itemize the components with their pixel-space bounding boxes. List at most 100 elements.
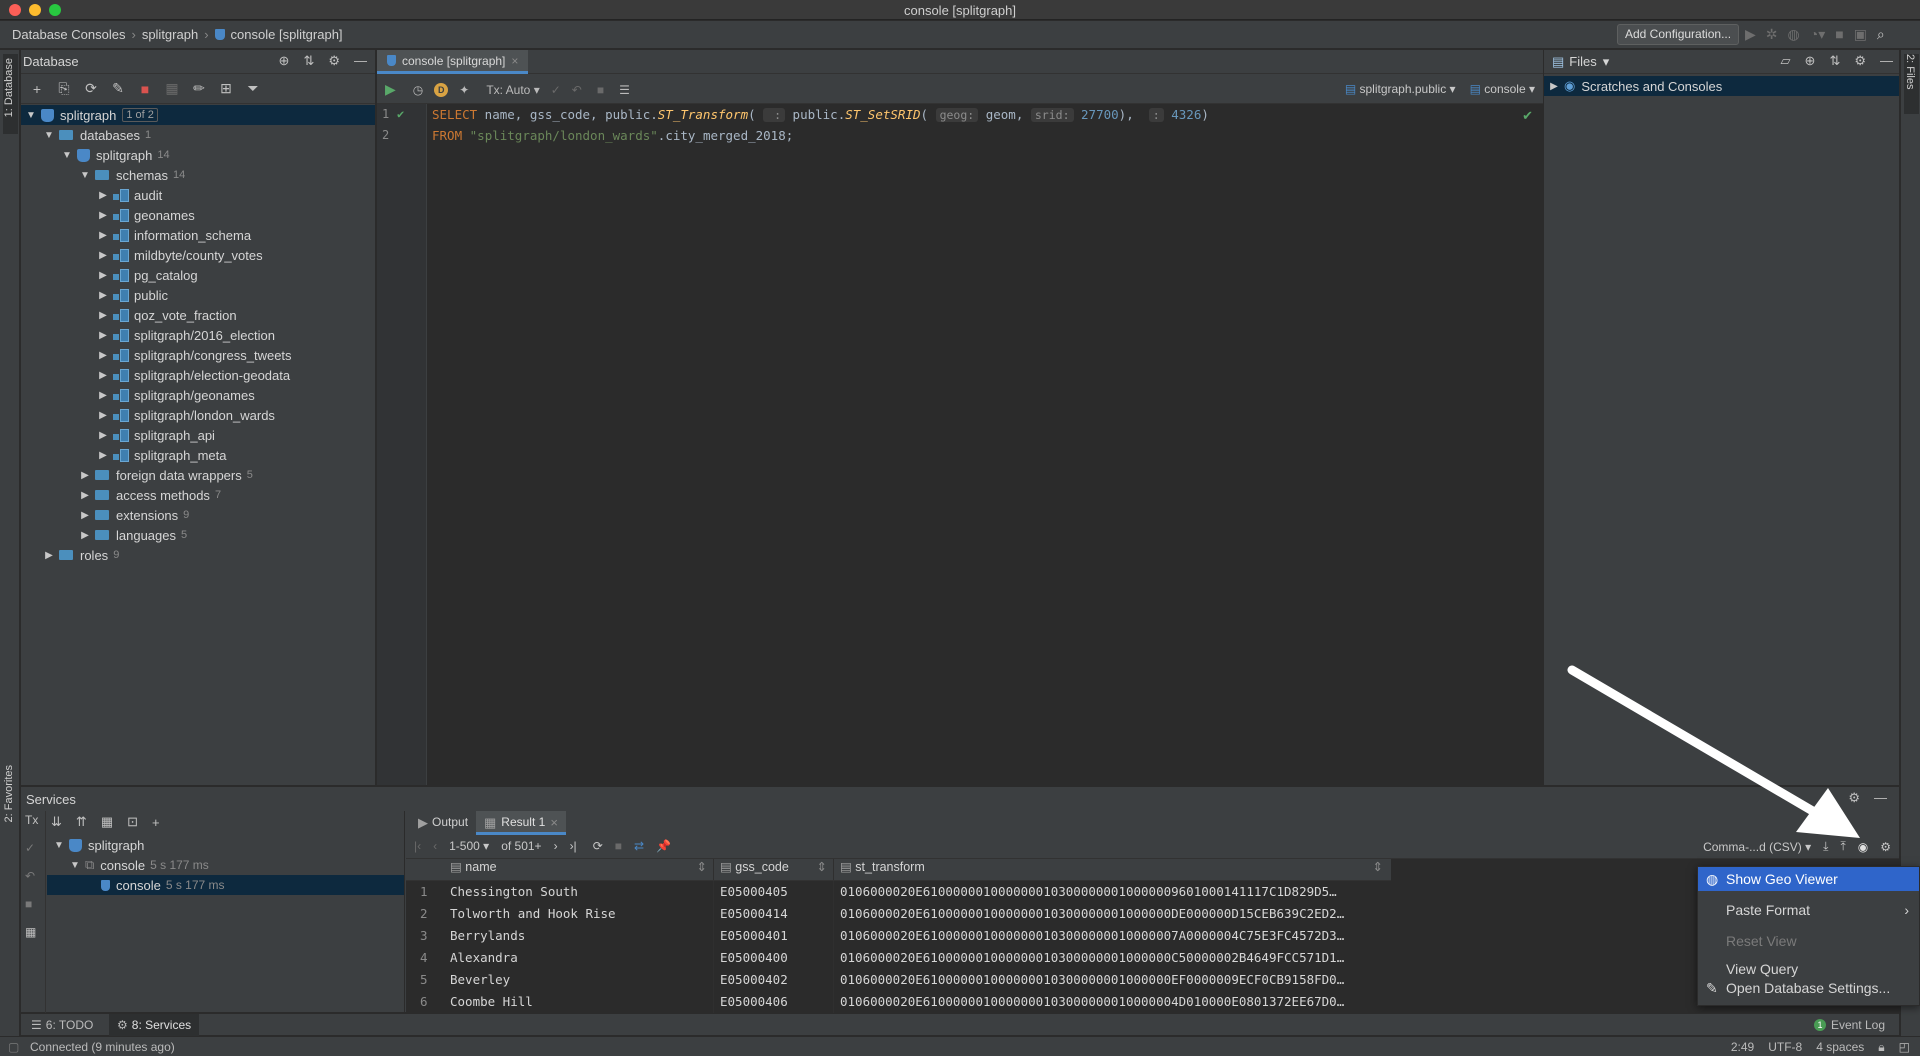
tree-item[interactable]: ▶ geonames <box>21 205 375 225</box>
table-row[interactable]: 6 Coombe Hill E05000406 0106000020E61000000… <box>406 991 1391 1013</box>
tree-item[interactable]: ▼ splitgraph 14 <box>21 145 375 165</box>
group-icon[interactable]: ▦ <box>101 814 113 830</box>
tree-item[interactable]: ▼ databases 1 <box>21 125 375 145</box>
tree-item[interactable]: ▼ schemas 14 <box>21 165 375 185</box>
collapse-arrow-icon[interactable]: ▼ <box>79 170 91 181</box>
breadcrumb-item[interactable]: console [splitgraph] <box>231 27 343 42</box>
menu-item-open-database-settings[interactable]: ✎ Open Database Settings... <box>1698 979 1919 998</box>
table-cell[interactable]: E05000405 <box>714 881 834 903</box>
menu-item-paste-format[interactable]: Paste Format › <box>1698 898 1919 922</box>
tree-item[interactable]: ▶ public <box>21 285 375 305</box>
expand-arrow-icon[interactable]: ▶ <box>97 410 109 421</box>
expand-all-icon[interactable]: ⇊ <box>51 814 62 830</box>
collapse-all-icon[interactable]: ⇈ <box>76 814 87 830</box>
tree-item[interactable]: ▶ information_schema <box>21 225 375 245</box>
stop-icon[interactable]: ■ <box>1835 26 1843 43</box>
expand-arrow-icon[interactable]: ▶ <box>97 270 109 281</box>
table-cell[interactable]: E05000402 <box>714 969 834 991</box>
schema-select[interactable]: ▤ splitgraph.public ▾ <box>1345 82 1456 96</box>
tree-item[interactable]: ▼ splitgraph 1 of 2 <box>21 105 375 125</box>
services-toolwindow-button[interactable]: ⚙ 8: Services <box>109 1014 200 1036</box>
expand-arrow-icon[interactable]: ▶ <box>43 550 55 561</box>
commit-icon[interactable]: ✓ <box>25 841 45 855</box>
database-toolwindow-button[interactable]: 1: Database <box>3 54 18 134</box>
menu-item-view-query[interactable]: View Query <box>1698 960 1919 979</box>
tree-item[interactable]: ▶ splitgraph/geonames <box>21 385 375 405</box>
expand-arrow-icon[interactable]: ▶ <box>79 510 91 521</box>
query-console-icon[interactable]: ⊞ <box>218 80 234 97</box>
expand-arrow-icon[interactable]: ▶ <box>97 450 109 461</box>
gear-icon[interactable]: ⚙ <box>1854 53 1866 69</box>
files-panel-title[interactable]: Files <box>1569 54 1596 69</box>
expand-arrow-icon[interactable]: ▶ <box>97 370 109 381</box>
compare-icon[interactable]: ⇄ <box>634 839 644 853</box>
table-cell[interactable]: Chessington South <box>444 881 714 903</box>
expand-arrow-icon[interactable]: ▶ <box>97 250 109 261</box>
expand-arrow-icon[interactable]: ▶ <box>79 530 91 541</box>
coverage-icon[interactable]: ◍ <box>1788 26 1800 43</box>
service-item-console[interactable]: ▼ ⧉ console 5 s 177 ms <box>47 855 404 875</box>
table-cell[interactable]: E05000401 <box>714 925 834 947</box>
expand-arrow-icon[interactable]: ▶ <box>79 470 91 481</box>
close-tab-icon[interactable]: × <box>550 815 558 832</box>
tree-item[interactable]: ▶ splitgraph_meta <box>21 445 375 465</box>
execute-icon[interactable]: ▶ <box>385 81 396 98</box>
tree-item[interactable]: ▶ splitgraph/london_wards <box>21 405 375 425</box>
collapse-arrow-icon[interactable]: ▼ <box>43 130 55 141</box>
table-cell[interactable]: 0106000020E61000000100000001030000000100… <box>834 903 1389 925</box>
add-icon[interactable]: + <box>29 81 45 97</box>
tree-item[interactable]: ▶ splitgraph/congress_tweets <box>21 345 375 365</box>
tree-item[interactable]: ▶ foreign data wrappers 5 <box>21 465 375 485</box>
tree-item[interactable]: ▶ pg_catalog <box>21 265 375 285</box>
service-item-splitgraph[interactable]: ▼ splitgraph <box>47 835 404 855</box>
close-tab-icon[interactable]: × <box>511 54 518 68</box>
gear-icon[interactable]: ⚙ <box>328 53 340 69</box>
expand-arrow-icon[interactable]: ▶ <box>97 390 109 401</box>
breadcrumb-item[interactable]: Database Consoles <box>12 27 125 42</box>
tree-item[interactable]: ▶ qoz_vote_fraction <box>21 305 375 325</box>
tree-item[interactable]: ▶ splitgraph/election-geodata <box>21 365 375 385</box>
add-configuration-button[interactable]: Add Configuration... <box>1617 24 1740 45</box>
hide-icon[interactable]: — <box>1880 53 1893 69</box>
collapse-arrow-icon[interactable]: ▼ <box>61 150 73 161</box>
service-item-console-child[interactable]: console 5 s 177 ms <box>47 875 404 895</box>
table-cell[interactable]: E05000414 <box>714 903 834 925</box>
tab-output[interactable]: ▶ Output <box>418 815 468 831</box>
last-page-icon[interactable]: ›| <box>570 839 577 853</box>
table-row[interactable]: 3 Berrylands E05000401 0106000020E610000001… <box>406 925 1391 947</box>
output-layout-icon[interactable]: ☰ <box>619 83 630 97</box>
menu-item-reset-view[interactable]: Reset View <box>1698 929 1919 953</box>
expand-arrow-icon[interactable]: ▶ <box>97 290 109 301</box>
collapse-icon[interactable]: ⇅ <box>303 53 314 69</box>
table-cell[interactable]: Alexandra <box>444 947 714 969</box>
table-row[interactable]: 1 Chessington South E05000405 0106000020E61… <box>406 881 1391 903</box>
gear-icon[interactable]: ⚙ <box>1880 840 1891 854</box>
table-cell[interactable]: E05000406 <box>714 991 834 1013</box>
add-service-icon[interactable]: + <box>152 815 160 830</box>
column-header-gss-code[interactable]: ▤ gss_code ⇕ <box>714 859 834 880</box>
table-icon[interactable]: ▦ <box>164 80 180 97</box>
table-cell[interactable]: 0106000020E61000000100000001030000000100… <box>834 991 1389 1013</box>
page-range-select[interactable]: 1-500 ▾ <box>449 839 489 853</box>
tree-item[interactable]: ▶ splitgraph/2016_election <box>21 325 375 345</box>
table-cell[interactable]: Beverley <box>444 969 714 991</box>
table-cell[interactable]: 0106000020E61000000100000001030000000100… <box>834 881 1389 903</box>
filter-icon[interactable]: ⏷ <box>245 80 261 97</box>
cancel-icon[interactable]: ■ <box>615 839 622 853</box>
cursor-position[interactable]: 2:49 <box>1731 1040 1754 1055</box>
expand-arrow-icon[interactable]: ▶ <box>97 330 109 341</box>
settings-wrench-icon[interactable]: ✦ <box>459 83 469 97</box>
table-cell[interactable]: E05000400 <box>714 947 834 969</box>
tree-item[interactable]: ▶ languages 5 <box>21 525 375 545</box>
table-cell[interactable]: 0106000020E61000000100000001030000000100… <box>834 947 1389 969</box>
tree-item[interactable]: ▶ access methods 7 <box>21 485 375 505</box>
expand-arrow-icon[interactable]: ▶ <box>97 210 109 221</box>
tree-item[interactable]: ▶ extensions 9 <box>21 505 375 525</box>
notifications-icon[interactable]: ◰ <box>1899 1040 1910 1055</box>
edit-icon[interactable]: ✏ <box>191 80 207 97</box>
tx-mode-select[interactable]: Tx: Auto ▾ <box>486 83 539 97</box>
tab-console[interactable]: console [splitgraph] × <box>377 50 529 74</box>
collapse-icon[interactable]: ⇅ <box>1829 53 1840 69</box>
run-icon[interactable]: ▶ <box>1745 26 1756 43</box>
expand-arrow-icon[interactable]: ▶ <box>1548 81 1560 92</box>
